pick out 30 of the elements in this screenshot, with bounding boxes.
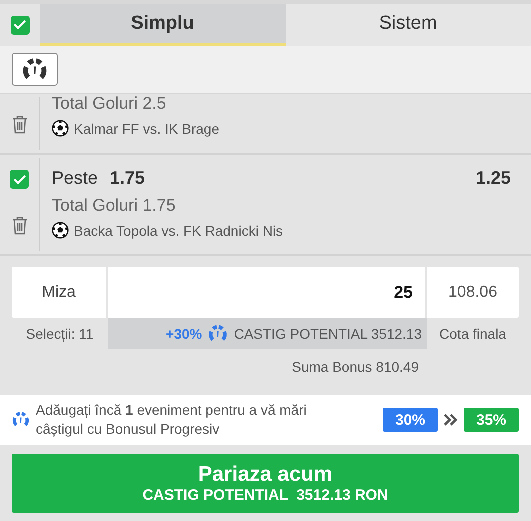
market-name: Total Goluri 1.75	[52, 196, 177, 216]
tab[interactable]: Simplu	[40, 4, 286, 46]
selections-count: Selecții: 11	[25, 324, 95, 344]
soccer-ball-icon	[52, 120, 69, 137]
stake-input[interactable]: 25	[108, 267, 425, 318]
stake-label: Miza	[12, 267, 106, 318]
current-bonus-badge: 30%	[383, 408, 438, 432]
odds-label: Cota finala	[438, 324, 508, 344]
trash-icon[interactable]	[12, 216, 28, 235]
gauge-icon	[22, 56, 48, 82]
trash-icon[interactable]	[12, 115, 28, 134]
double-chevron-icon	[444, 413, 458, 427]
gauge-icon	[208, 324, 228, 344]
checkbox[interactable]	[10, 16, 30, 34]
selection-line: 1.75	[110, 168, 146, 189]
bonus-percent: +30%	[166, 326, 202, 342]
total-odds: 108.06	[427, 267, 519, 318]
market-name: Total Goluri 2.5	[52, 94, 168, 114]
promo-text: Adăugați încă 1 eveniment pentru a vă mări câștigul cu Bonusul Progresiv	[36, 401, 308, 439]
bonus-button[interactable]	[12, 53, 58, 86]
soccer-ball-icon	[52, 222, 69, 239]
bonus-sum: Suma Bonus 810.49	[292, 359, 419, 375]
odds: 1.25	[476, 168, 511, 189]
selection-name: Peste	[52, 168, 98, 189]
match-name: Kalmar FF vs. IK Brage	[74, 120, 220, 136]
potential-win: CASTIG POTENTIAL 3512.13	[234, 326, 422, 342]
checkbox[interactable]	[10, 170, 29, 189]
gauge-icon	[12, 411, 30, 429]
match-name: Backa Topola vs. FK Radnicki Nis	[74, 222, 284, 238]
next-bonus-badge: 35%	[464, 408, 519, 432]
